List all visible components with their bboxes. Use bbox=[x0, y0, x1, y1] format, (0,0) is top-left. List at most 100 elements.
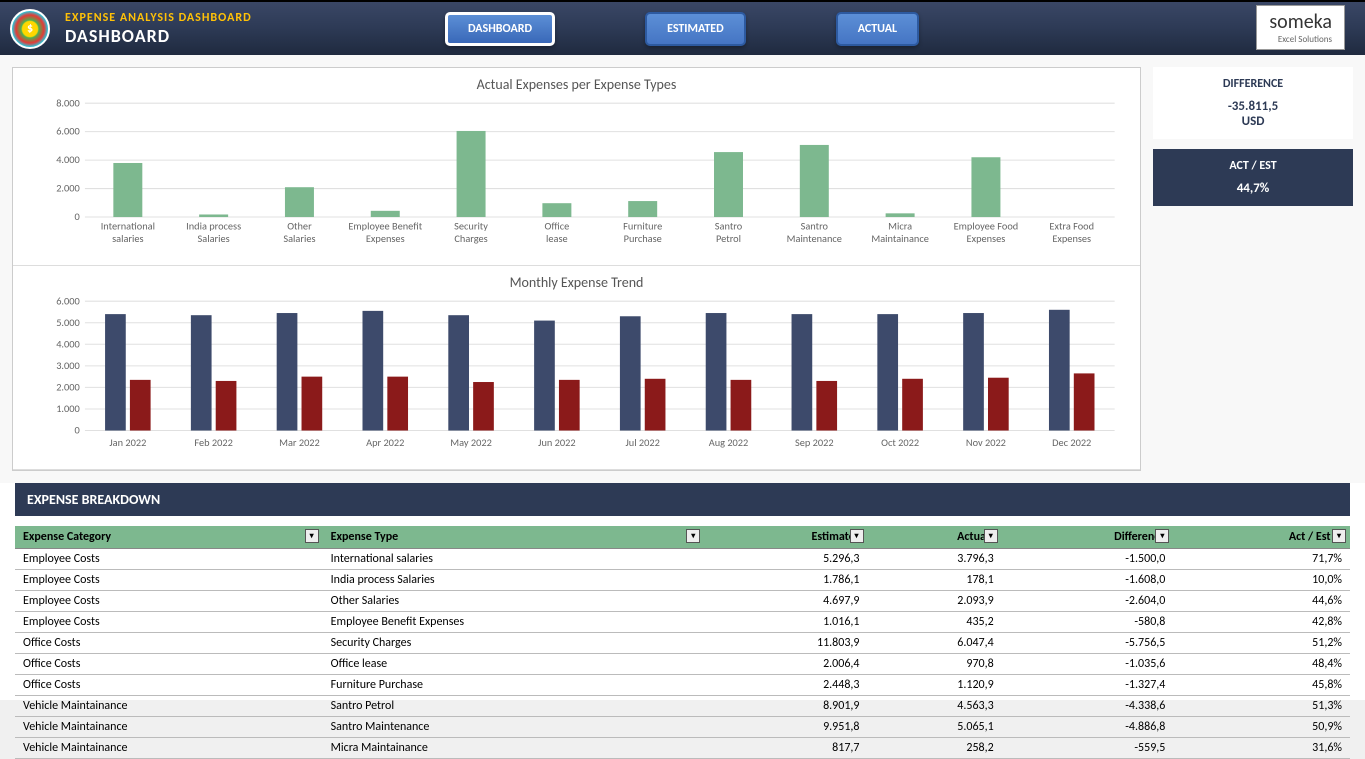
svg-text:Aug 2022: Aug 2022 bbox=[709, 436, 749, 449]
charts-column: Actual Expenses per Expense Types 02.000… bbox=[12, 67, 1141, 471]
table-cell: 11.803,9 bbox=[704, 632, 867, 653]
table-row[interactable]: Office CostsFurniture Purchase2.448,31.1… bbox=[15, 674, 1350, 695]
svg-text:Other: Other bbox=[287, 219, 312, 232]
chart2-title: Monthly Expense Trend bbox=[28, 274, 1125, 291]
svg-text:Maintainance: Maintainance bbox=[871, 232, 928, 245]
breakdown-table: Expense Category▾Expense Type▾Estimates▾… bbox=[15, 526, 1350, 759]
svg-text:Charges: Charges bbox=[454, 232, 487, 245]
bar-est-3 bbox=[362, 311, 383, 431]
table-row[interactable]: Employee CostsInternational salaries5.29… bbox=[15, 548, 1350, 569]
dashboard-button[interactable]: DASHBOARD bbox=[445, 12, 555, 46]
bar-3 bbox=[371, 211, 400, 217]
filter-icon[interactable]: ▾ bbox=[305, 529, 319, 543]
table-row[interactable]: Vehicle MaintainanceSantro Petrol8.901,9… bbox=[15, 695, 1350, 716]
bar-est-5 bbox=[534, 321, 555, 431]
table-cell: Office lease bbox=[323, 653, 705, 674]
table-cell: 178,1 bbox=[868, 569, 1002, 590]
svg-text:6.000: 6.000 bbox=[56, 296, 80, 307]
bar-act-5 bbox=[559, 380, 580, 431]
bar-0 bbox=[113, 163, 142, 217]
col-header[interactable]: Estimates▾ bbox=[704, 526, 867, 549]
filter-icon[interactable]: ▾ bbox=[1332, 529, 1346, 543]
bar-est-7 bbox=[706, 313, 727, 431]
table-row[interactable]: Vehicle MaintainanceSantro Maintenance9.… bbox=[15, 716, 1350, 737]
table-cell: -4.338,6 bbox=[1002, 695, 1174, 716]
table-row[interactable]: Office CostsOffice lease2.006,4970,8-1.0… bbox=[15, 653, 1350, 674]
svg-text:Santro: Santro bbox=[801, 219, 829, 232]
bar-est-0 bbox=[105, 314, 126, 430]
svg-text:Expenses: Expenses bbox=[366, 232, 405, 245]
svg-text:Furniture: Furniture bbox=[623, 219, 662, 232]
bar-act-3 bbox=[387, 377, 408, 431]
table-cell: 31,6% bbox=[1173, 737, 1350, 758]
difference-value: -35.811,5 bbox=[1163, 99, 1343, 114]
col-header[interactable]: Act / Est %▾ bbox=[1173, 526, 1350, 549]
svg-text:Salaries: Salaries bbox=[198, 232, 230, 245]
bar-act-9 bbox=[902, 379, 923, 431]
table-cell: Vehicle Maintainance bbox=[15, 737, 323, 758]
svg-text:Employee Benefit: Employee Benefit bbox=[348, 219, 422, 232]
table-cell: 3.796,3 bbox=[868, 548, 1002, 569]
title-block: EXPENSE ANALYSIS DASHBOARD DASHBOARD bbox=[65, 11, 385, 47]
bar-7 bbox=[714, 152, 743, 217]
table-cell: -1.327,4 bbox=[1002, 674, 1174, 695]
table-cell: 5.065,1 bbox=[868, 716, 1002, 737]
svg-text:Jun 2022: Jun 2022 bbox=[538, 436, 575, 449]
table-cell: 2.006,4 bbox=[704, 653, 867, 674]
svg-text:Salaries: Salaries bbox=[283, 232, 315, 245]
table-cell: Office Costs bbox=[15, 632, 323, 653]
table-cell: 2.093,9 bbox=[868, 590, 1002, 611]
estimated-button[interactable]: ESTIMATED bbox=[645, 12, 746, 46]
table-cell: -2.604,0 bbox=[1002, 590, 1174, 611]
filter-icon[interactable]: ▾ bbox=[984, 529, 998, 543]
svg-text:1.000: 1.000 bbox=[56, 402, 80, 415]
svg-text:Employee Food: Employee Food bbox=[954, 219, 1019, 232]
side-column: DIFFERENCE -35.811,5 USD ACT / EST 44,7% bbox=[1153, 67, 1353, 471]
svg-text:Nov 2022: Nov 2022 bbox=[966, 436, 1006, 449]
bar-act-1 bbox=[216, 381, 237, 431]
table-cell: 9.951,8 bbox=[704, 716, 867, 737]
table-cell: India process Salaries bbox=[323, 569, 705, 590]
brand-logo: someka Excel Solutions bbox=[1256, 5, 1345, 50]
table-cell: Employee Costs bbox=[15, 611, 323, 632]
table-cell: 435,2 bbox=[868, 611, 1002, 632]
svg-text:Office: Office bbox=[545, 219, 570, 232]
table-cell: 6.047,4 bbox=[868, 632, 1002, 653]
table-cell: Santro Maintenance bbox=[323, 716, 705, 737]
table-row[interactable]: Employee CostsIndia process Salaries1.78… bbox=[15, 569, 1350, 590]
table-cell: Vehicle Maintainance bbox=[15, 716, 323, 737]
table-cell: 258,2 bbox=[868, 737, 1002, 758]
filter-icon[interactable]: ▾ bbox=[686, 529, 700, 543]
svg-text:Mar 2022: Mar 2022 bbox=[279, 436, 320, 449]
filter-icon[interactable]: ▾ bbox=[1155, 529, 1169, 543]
col-header[interactable]: Difference▾ bbox=[1002, 526, 1174, 549]
bar-act-10 bbox=[988, 378, 1009, 431]
table-row[interactable]: Employee CostsEmployee Benefit Expenses1… bbox=[15, 611, 1350, 632]
table-cell: 4.697,9 bbox=[704, 590, 867, 611]
table-cell: 48,4% bbox=[1173, 653, 1350, 674]
bar-1 bbox=[199, 214, 228, 217]
difference-card: DIFFERENCE -35.811,5 USD bbox=[1153, 67, 1353, 139]
filter-icon[interactable]: ▾ bbox=[850, 529, 864, 543]
ratio-card: ACT / EST 44,7% bbox=[1153, 149, 1353, 206]
actual-button[interactable]: ACTUAL bbox=[836, 12, 919, 46]
bar-act-7 bbox=[731, 380, 752, 431]
svg-text:lease: lease bbox=[546, 232, 568, 245]
table-cell: Santro Petrol bbox=[323, 695, 705, 716]
table-cell: Office Costs bbox=[15, 653, 323, 674]
svg-text:Maintenance: Maintenance bbox=[787, 232, 842, 245]
col-header[interactable]: Actuals▾ bbox=[868, 526, 1002, 549]
table-row[interactable]: Office CostsSecurity Charges11.803,96.04… bbox=[15, 632, 1350, 653]
table-row[interactable]: Employee CostsOther Salaries4.697,92.093… bbox=[15, 590, 1350, 611]
bar-est-4 bbox=[448, 315, 469, 430]
svg-text:Security: Security bbox=[454, 219, 488, 232]
difference-unit: USD bbox=[1163, 114, 1343, 129]
app-title: EXPENSE ANALYSIS DASHBOARD bbox=[65, 11, 385, 25]
col-header[interactable]: Expense Type▾ bbox=[323, 526, 705, 549]
svg-text:5.000: 5.000 bbox=[56, 316, 80, 329]
bar-act-11 bbox=[1074, 374, 1095, 431]
chart1-title: Actual Expenses per Expense Types bbox=[28, 76, 1125, 93]
col-header[interactable]: Expense Category▾ bbox=[15, 526, 323, 549]
table-row[interactable]: Vehicle MaintainanceMicra Maintainance81… bbox=[15, 737, 1350, 758]
table-cell: Office Costs bbox=[15, 674, 323, 695]
